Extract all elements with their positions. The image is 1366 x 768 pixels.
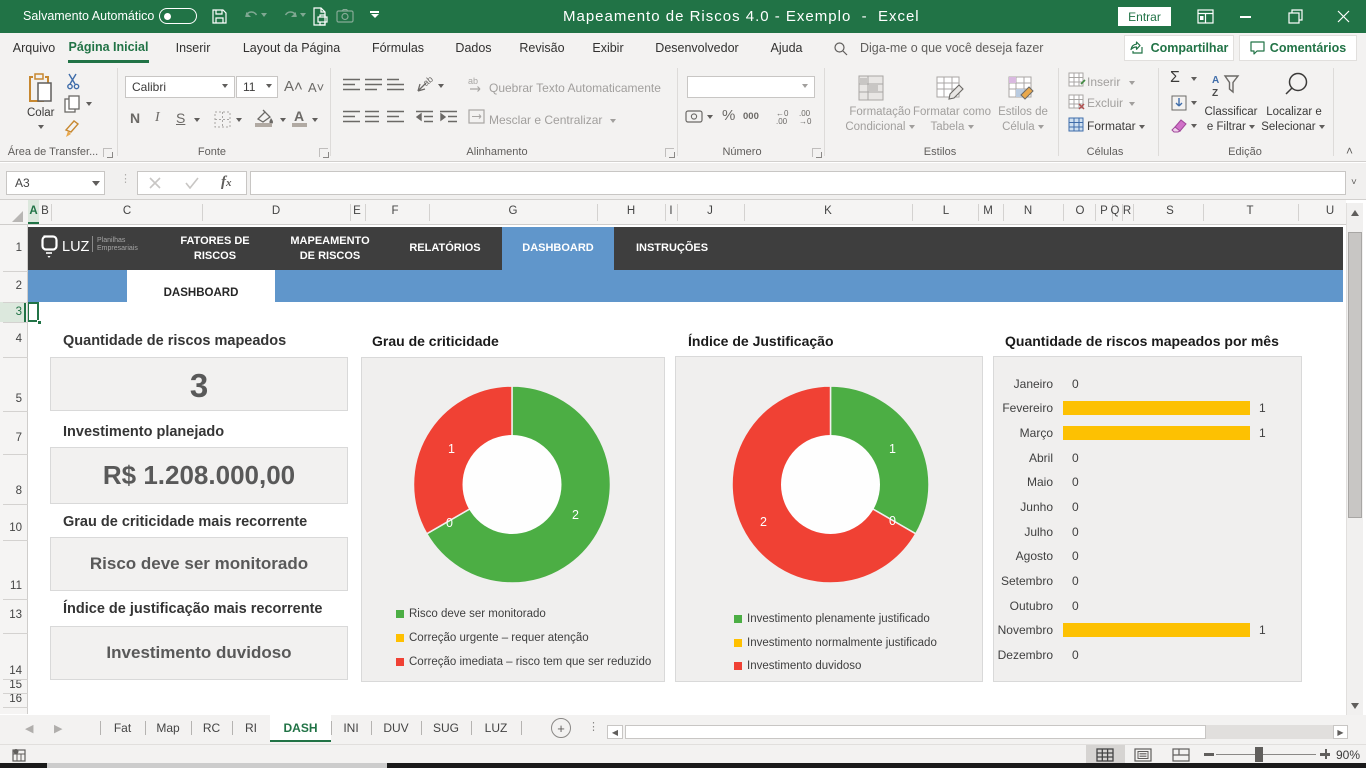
svg-text:→0: →0 [799,117,812,125]
svg-text:2: 2 [760,515,767,529]
svg-text:ab: ab [468,76,478,86]
svg-text:1: 1 [889,442,896,456]
svg-text:.00: .00 [776,117,788,125]
svg-text:2: 2 [572,508,579,522]
svg-text:1: 1 [448,442,455,456]
svg-text:A: A [1212,75,1219,86]
svg-text:0: 0 [889,514,896,528]
svg-text:0: 0 [446,516,453,530]
svg-text:Z: Z [1212,88,1218,99]
